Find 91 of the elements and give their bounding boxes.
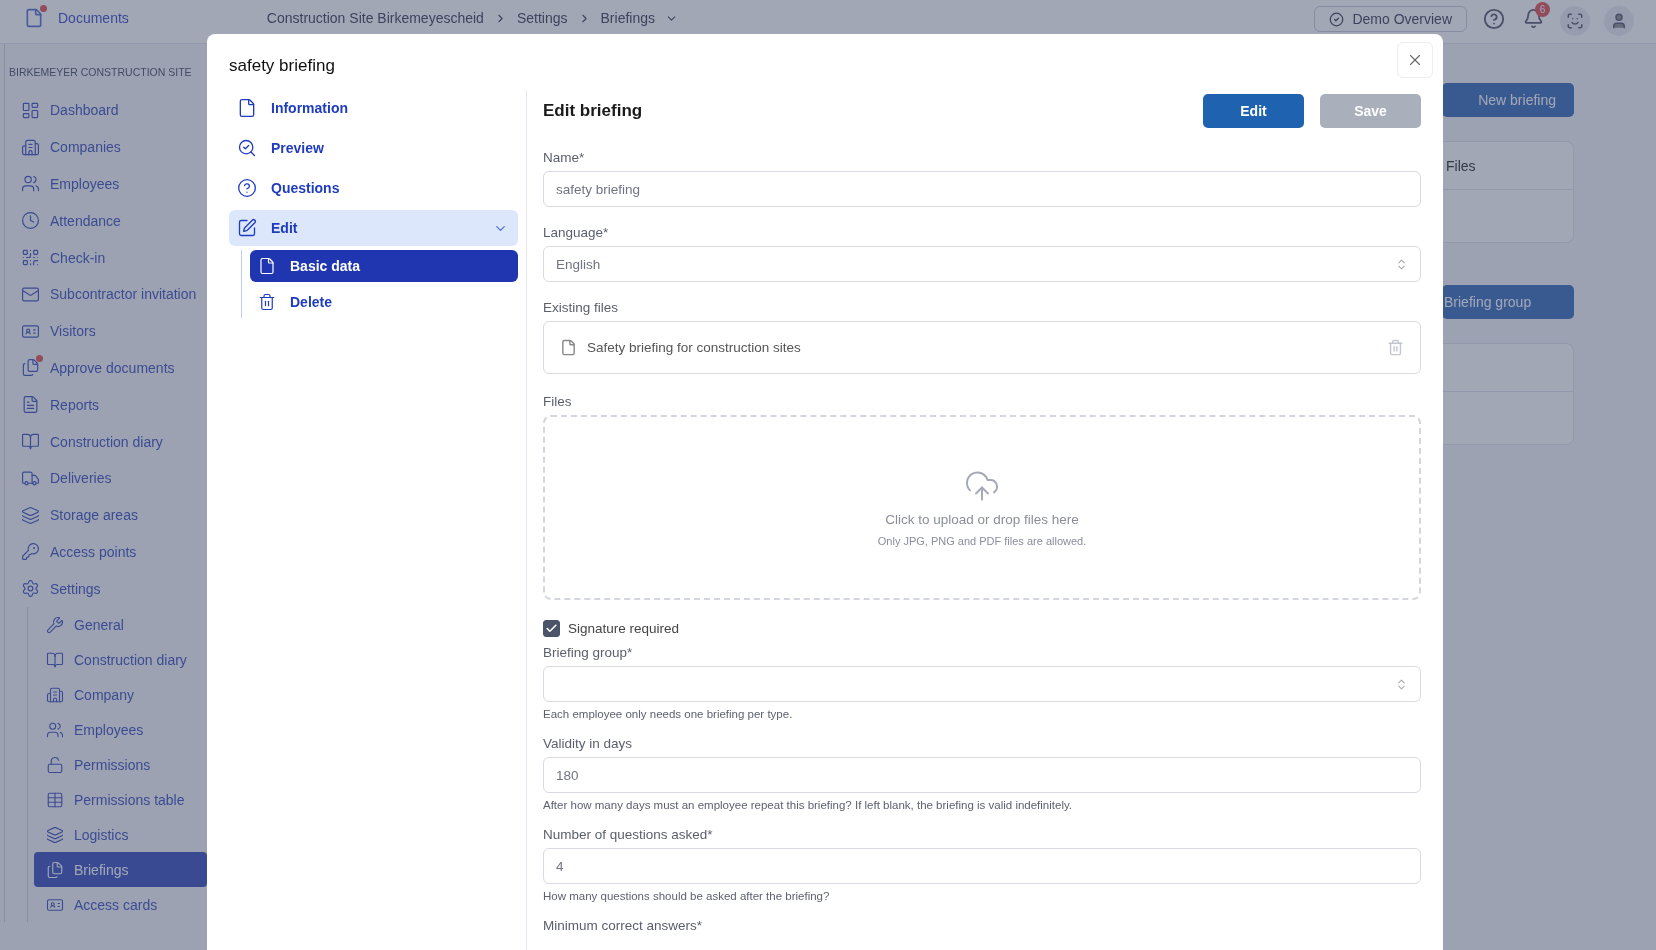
- sidebar-item[interactable]: Employees: [34, 712, 207, 748]
- nav-item[interactable]: Information: [229, 90, 518, 126]
- edit-icon: [237, 218, 257, 238]
- field-label: Briefing group*: [543, 645, 634, 660]
- sidebar-item[interactable]: Attendance: [9, 202, 207, 240]
- layers-icon: [21, 505, 40, 525]
- field-label: Name*: [543, 150, 586, 165]
- field-label: Existing files: [543, 300, 620, 315]
- briefing-group-button[interactable]: Briefing group: [1442, 285, 1574, 319]
- nav-item[interactable]: Basic data: [250, 250, 518, 282]
- sidebar-item[interactable]: Reports: [9, 386, 207, 424]
- breadcrumb-link[interactable]: Construction Site Birkemeyescheid: [266, 10, 484, 26]
- field-hint: How many questions should be asked after the briefing?: [543, 890, 831, 902]
- sidebar-item[interactable]: General: [34, 607, 207, 643]
- field-label: Files: [543, 394, 573, 409]
- padlock-icon: [46, 755, 64, 774]
- sidebar-item[interactable]: Permissions: [34, 747, 207, 783]
- sidebar-item[interactable]: Construction diary: [34, 642, 207, 678]
- file-item: Safety briefing for construction sites: [543, 321, 1421, 374]
- sidebar-item[interactable]: Settings: [9, 570, 207, 608]
- sidebar-item[interactable]: Check-in: [9, 239, 207, 276]
- people-icon: [46, 720, 64, 739]
- field-label: Minimum correct answers*: [543, 918, 704, 933]
- nav-item[interactable]: Delete: [250, 286, 518, 318]
- sidebar-item[interactable]: Companies: [9, 128, 207, 166]
- magnifier-icon: [237, 138, 257, 158]
- sidebar-item[interactable]: Briefings: [34, 852, 207, 888]
- settings-icon: [21, 579, 40, 599]
- form-heading: Edit briefing: [543, 101, 644, 121]
- help-icon: [237, 178, 257, 198]
- upload-note: Only JPG, PNG and PDF files are allowed.: [877, 535, 1087, 547]
- sidebar-item[interactable]: Logistics: [34, 817, 207, 853]
- checkbox-label: Signature required: [568, 621, 680, 636]
- help-icon[interactable]: [1481, 6, 1507, 32]
- document-icon: [237, 98, 257, 118]
- building-icon: [46, 685, 64, 704]
- sidebar-item[interactable]: Company: [34, 677, 207, 713]
- select-field[interactable]: [543, 666, 1421, 702]
- card-title: Files: [1446, 157, 1476, 174]
- sidebar-item[interactable]: Employees: [9, 165, 207, 203]
- sidebar-item[interactable]: Approve documents: [9, 349, 207, 387]
- field-label: Number of questions asked*: [543, 827, 714, 842]
- document-icon: [560, 339, 577, 356]
- breadcrumb-link[interactable]: Briefings: [600, 10, 655, 26]
- documents-icon: [21, 358, 40, 378]
- sidebar-item[interactable]: Construction diary: [9, 423, 207, 460]
- dashboard-icon: [21, 100, 40, 120]
- wrench-icon: [46, 615, 64, 634]
- sidebar-item[interactable]: Subcontractor invitation: [9, 276, 207, 313]
- check-circle-icon: [1329, 11, 1345, 27]
- sidebar-item[interactable]: Storage areas: [9, 496, 207, 534]
- demo-overview-button[interactable]: Demo Overview: [1314, 6, 1467, 32]
- layers-icon: [46, 825, 64, 844]
- field-hint: Each employee only needs one briefing per type.: [543, 708, 794, 720]
- field-hint: After how many days must an employee repeat this briefing? If left blank, the briefing is valid indefinitely.: [543, 799, 1074, 811]
- documents-icon: [46, 860, 64, 879]
- sidebar-item[interactable]: Access points: [9, 533, 207, 571]
- sidebar-item[interactable]: Permissions table: [34, 782, 207, 818]
- modal-title: safety briefing: [229, 56, 335, 76]
- people-icon: [21, 174, 40, 194]
- breadcrumb-link[interactable]: Settings: [516, 10, 568, 26]
- page-title: Documents: [58, 9, 129, 28]
- notification-badge: 6: [1535, 2, 1550, 17]
- building-icon: [21, 137, 40, 157]
- clock-icon: [21, 211, 40, 231]
- document-icon: [24, 8, 44, 28]
- sidebar-item[interactable]: Access cards: [34, 887, 207, 923]
- table-icon: [46, 790, 64, 809]
- sidebar-item[interactable]: Deliveries: [9, 459, 207, 497]
- nav-item[interactable]: Preview: [229, 130, 518, 166]
- key-icon: [21, 542, 40, 562]
- nav-item[interactable]: Edit: [229, 210, 518, 246]
- upload-prompt: Click to upload or drop files here: [885, 512, 1079, 527]
- section-title: BIRKEMEYER CONSTRUCTION SITE: [9, 66, 193, 78]
- check-icon: [545, 622, 558, 635]
- chevron-icon: [1395, 677, 1408, 691]
- nav-item[interactable]: Questions: [229, 170, 518, 206]
- qr-code-icon: [21, 248, 40, 268]
- report-icon: [21, 395, 40, 415]
- user-avatar[interactable]: [1604, 6, 1634, 36]
- field-label: Language*: [543, 225, 610, 240]
- sidebar-item[interactable]: Visitors: [9, 312, 207, 350]
- new-briefing-button[interactable]: New briefing: [1442, 83, 1574, 117]
- sidebar-item[interactable]: Dashboard: [9, 92, 207, 129]
- chevron-icon: [1395, 257, 1408, 271]
- book-icon: [46, 650, 64, 669]
- trash-icon: [258, 293, 276, 311]
- scan-face-icon[interactable]: [1560, 6, 1590, 36]
- field-label: Validity in days: [543, 736, 634, 751]
- book-icon: [21, 432, 40, 452]
- document-icon: [258, 257, 276, 275]
